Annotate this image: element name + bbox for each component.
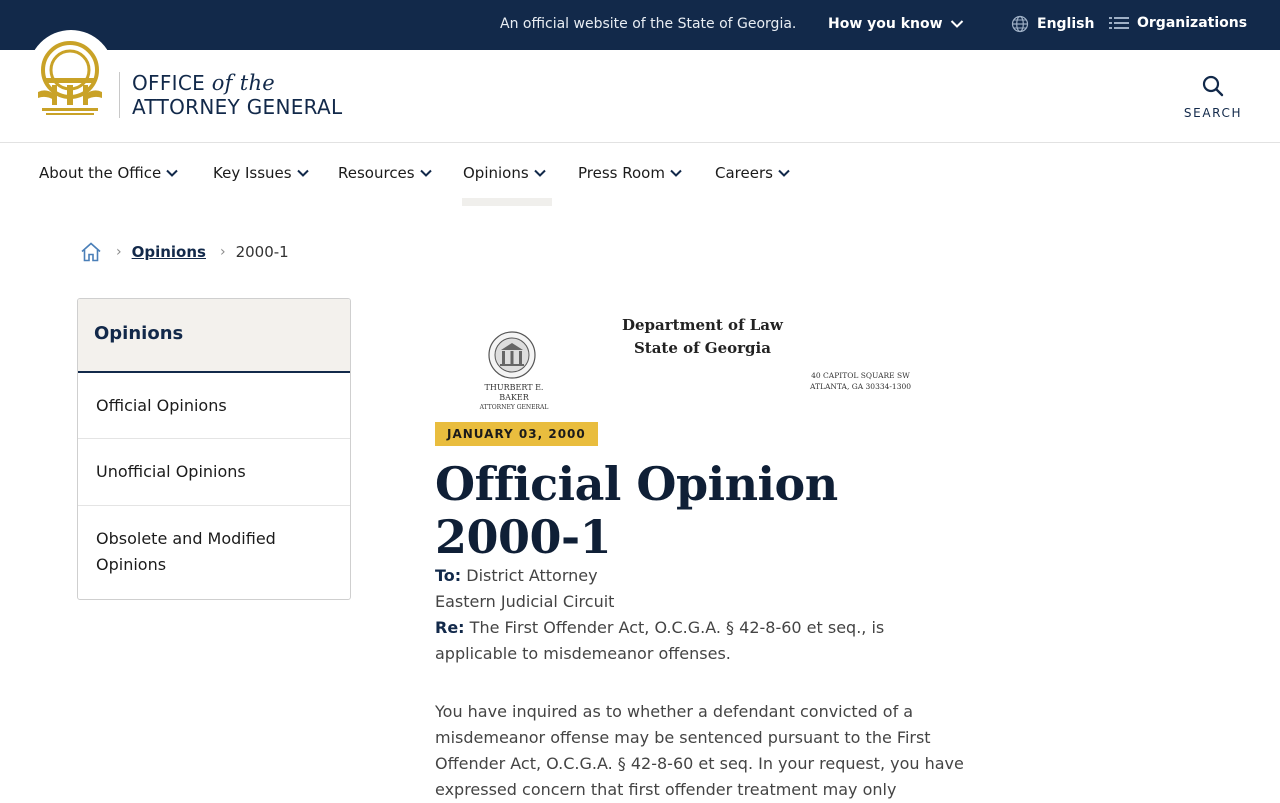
sidebar-item-obsolete-modified-opinions[interactable]: Obsolete and Modified Opinions: [78, 506, 350, 599]
nav-opinions[interactable]: Opinions: [463, 164, 546, 182]
list-icon: [1109, 17, 1129, 29]
chevron-down-icon: [296, 169, 309, 177]
site-title-attorney-general: ATTORNEY GENERAL: [132, 95, 343, 119]
language-label: English: [1037, 16, 1095, 32]
chevron-right-icon: ›: [116, 244, 122, 260]
organizations-label: Organizations: [1137, 15, 1248, 31]
search-icon: [1202, 75, 1224, 97]
chevron-down-icon: [419, 169, 432, 177]
site-title-of-the: of the: [211, 71, 276, 95]
chevron-down-icon: [670, 169, 682, 177]
letterhead-ag-name: THURBERT E. BAKER: [484, 383, 544, 402]
home-logo-link[interactable]: [28, 30, 114, 116]
sidebar-item-unofficial-opinions[interactable]: Unofficial Opinions: [78, 439, 350, 506]
chevron-down-icon: [950, 20, 963, 28]
state-seal-icon: [488, 331, 536, 379]
nav-about-the-office[interactable]: About the Office: [39, 164, 179, 182]
letterhead-image: Department of Law State of Georgia THURB…: [435, 310, 935, 413]
nav-key-issues[interactable]: Key Issues: [213, 164, 309, 182]
nav-label: Careers: [715, 164, 773, 182]
nav-label: Press Room: [578, 164, 665, 182]
letterhead-department: Department of Law State of Georgia: [622, 314, 783, 360]
letterhead-address: 40 CAPITOL SQUARE SW ATLANTA, GA 30334-1…: [810, 370, 911, 392]
nav-active-indicator: [462, 198, 552, 206]
re-value: The First Offender Act, O.C.G.A. § 42-8-…: [435, 618, 885, 663]
site-title[interactable]: OFFICE of the ATTORNEY GENERAL: [132, 71, 342, 119]
official-site-banner: An official website of the State of Geor…: [0, 0, 1280, 50]
breadcrumb: › Opinions › 2000-1: [80, 242, 289, 262]
main-navigation: About the Office Key Issues Resources Op…: [0, 143, 1280, 206]
nav-careers[interactable]: Careers: [715, 164, 790, 182]
breadcrumb-current: 2000-1: [235, 243, 289, 261]
nav-resources[interactable]: Resources: [338, 164, 432, 182]
sidebar-heading: Opinions: [78, 299, 350, 373]
site-header: OFFICE of the ATTORNEY GENERAL SEARCH: [0, 30, 1280, 143]
sidebar-item-official-opinions[interactable]: Official Opinions: [78, 373, 350, 439]
globe-icon: [1011, 15, 1029, 33]
nav-label: Opinions: [463, 164, 529, 182]
chevron-down-icon: [166, 169, 179, 177]
letterhead-address-line2: ATLANTA, GA 30334-1300: [810, 382, 912, 391]
breadcrumb-opinions-link[interactable]: Opinions: [132, 243, 206, 261]
chevron-right-icon: ›: [219, 244, 226, 260]
chevron-down-icon: [533, 169, 546, 177]
re-label: Re:: [435, 618, 465, 637]
georgia-seal-icon: [38, 41, 102, 115]
letterhead-address-line1: 40 CAPITOL SQUARE SW: [811, 371, 910, 380]
how-you-know-button[interactable]: How you know: [828, 16, 964, 32]
chevron-down-icon: [778, 169, 790, 177]
official-site-text: An official website of the State of Geor…: [500, 16, 797, 32]
search-label: SEARCH: [1183, 106, 1243, 120]
letterhead-dept-line1: Department of Law: [622, 316, 783, 334]
nav-press-room[interactable]: Press Room: [578, 164, 682, 182]
site-title-office: OFFICE: [132, 71, 212, 95]
nav-label: Key Issues: [213, 164, 292, 182]
to-value: District Attorney: [461, 566, 598, 585]
date-badge: JANUARY 03, 2000: [435, 422, 598, 446]
language-selector[interactable]: English: [1011, 15, 1094, 33]
organizations-button[interactable]: Organizations: [1109, 15, 1247, 31]
opinions-sidebar: Opinions Official Opinions Unofficial Op…: [77, 298, 351, 600]
to-line2: Eastern Judicial Circuit: [435, 592, 615, 611]
letterhead-dept-line2: State of Georgia: [633, 339, 771, 357]
letterhead-attorney-general: THURBERT E. BAKER ATTORNEY GENERAL: [475, 383, 553, 413]
how-you-know-label: How you know: [828, 16, 943, 32]
logo-divider: [119, 72, 120, 118]
nav-label: Resources: [338, 164, 415, 182]
nav-label: About the Office: [39, 164, 162, 182]
letterhead-ag-title: ATTORNEY GENERAL: [479, 404, 549, 411]
opinion-meta: To: District Attorney Eastern Judicial C…: [435, 563, 955, 667]
to-label: To:: [435, 566, 462, 585]
opinion-paragraph: You have inquired as to whether a defend…: [435, 702, 964, 799]
page-title: Official Opinion 2000-1: [435, 457, 838, 564]
search-button[interactable]: SEARCH: [1182, 74, 1244, 120]
home-icon[interactable]: [80, 242, 102, 262]
